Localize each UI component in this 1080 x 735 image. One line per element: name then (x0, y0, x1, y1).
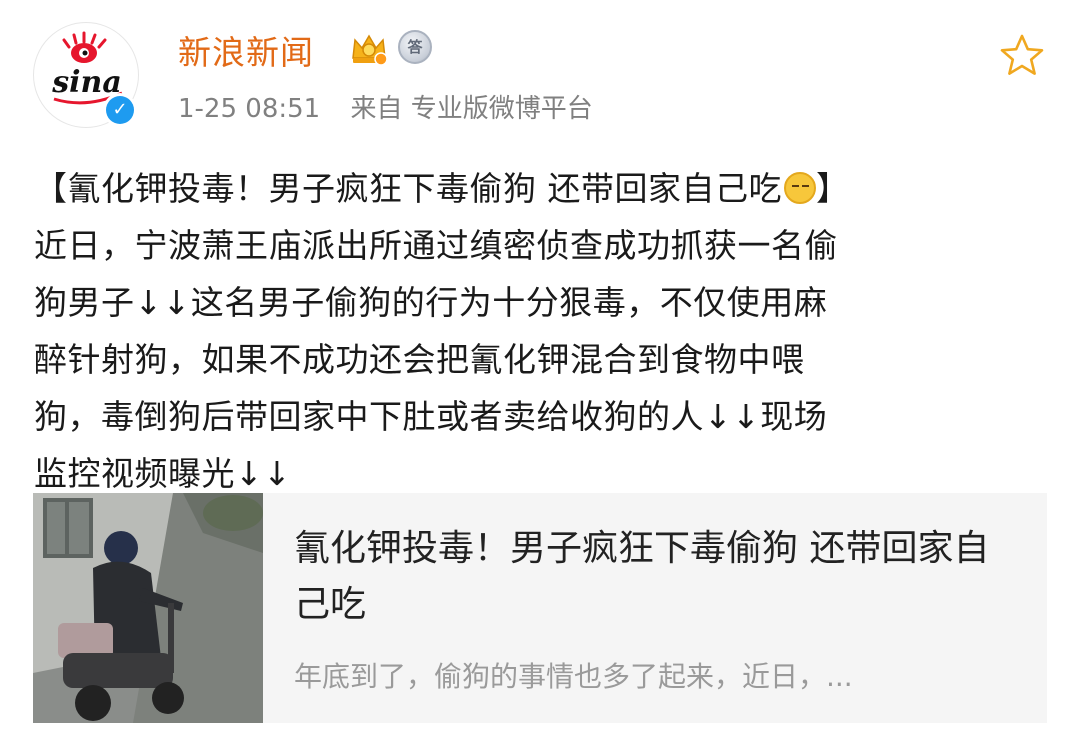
video-thumbnail[interactable] (33, 493, 263, 723)
answer-badge-icon[interactable]: 答 (398, 30, 432, 64)
post-title-line: 【氰化钾投毒！男子疯狂下毒偷狗 还带回家自己吃】 (34, 160, 1034, 217)
post-line: 狗，毒倒狗后带回家中下肚或者卖给收狗的人↓↓现场 (34, 397, 828, 436)
card-description: 年底到了，偷狗的事情也多了起来，近日，... (294, 660, 853, 693)
post-line: 狗男子↓↓这名男子偷狗的行为十分狠毒，不仅使用麻 (34, 283, 828, 322)
emoji-icon (784, 172, 816, 204)
post-line: 醉针射狗，如果不成功还会把氰化钾混合到食物中喂 (34, 340, 805, 379)
post-line: 近日，宁波萧王庙派出所通过缜密侦查成功抓获一名偷 (34, 226, 838, 265)
link-card[interactable]: 氰化钾投毒！男子疯狂下毒偷狗 还带回家自己吃 年底到了，偷狗的事情也多了起来，近… (33, 493, 1047, 723)
username[interactable]: 新浪新闻 (178, 26, 314, 74)
post-meta: 1-25 08:51 来自 专业版微博平台 (178, 88, 593, 125)
favorite-star-icon[interactable] (999, 33, 1045, 79)
post-title-close: 】 (816, 169, 850, 208)
card-title[interactable]: 氰化钾投毒！男子疯狂下毒偷狗 还带回家自己吃 (294, 521, 1024, 633)
post-text: 【氰化钾投毒！男子疯狂下毒偷狗 还带回家自己吃】 近日，宁波萧王庙派出所通过缜密… (34, 160, 1034, 502)
post-title[interactable]: 【氰化钾投毒！男子疯狂下毒偷狗 还带回家自己吃 (34, 169, 782, 208)
post-source[interactable]: 来自 专业版微博平台 (350, 94, 592, 124)
post-time: 1-25 08:51 (178, 94, 321, 124)
verified-icon: ✓ (103, 93, 137, 127)
vip-crown-icon[interactable] (349, 28, 389, 68)
